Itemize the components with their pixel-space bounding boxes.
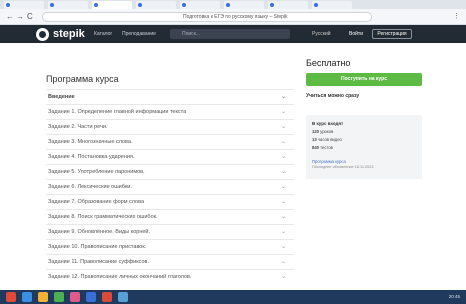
forward-arrow-icon[interactable]: → xyxy=(16,12,24,21)
back-arrow-icon[interactable]: ← xyxy=(6,12,14,21)
search-placeholder: Поиск... xyxy=(182,31,201,37)
course-price: Бесплатно xyxy=(306,58,351,68)
browser-tab[interactable] xyxy=(180,1,220,9)
page-title: Подготовка к ЕГЭ по русскому языку – Ste… xyxy=(183,14,288,20)
program-item-label: Введение xyxy=(48,94,75,100)
includes-item: 13 часов видео xyxy=(312,137,342,142)
browser-tab-strip xyxy=(0,0,466,9)
taskbar-app-icon[interactable] xyxy=(102,292,112,302)
brand-name[interactable]: stepik xyxy=(53,28,85,40)
chevron-down-icon[interactable]: ⌄ xyxy=(281,240,286,254)
browser-menu-icon[interactable]: ⋮ xyxy=(453,12,460,20)
includes-item: 120 уроков xyxy=(312,129,334,134)
program-item-label: Задание 8. Поиск грамматических ошибок. xyxy=(48,214,158,220)
program-link[interactable]: Программа курса xyxy=(312,159,416,164)
taskbar-app-icon[interactable] xyxy=(118,292,128,302)
browser-tab-active[interactable] xyxy=(92,1,132,9)
url-field[interactable]: Подготовка к ЕГЭ по русскому языку – Ste… xyxy=(42,12,372,22)
chevron-down-icon[interactable]: ⌄ xyxy=(281,195,286,209)
program-item[interactable]: Задание 4. Постановка ударения. ⌄ xyxy=(46,149,294,164)
register-button[interactable]: Регистрация xyxy=(372,29,412,39)
program-list: Введение ⌄ Задание 1. Определение главной … xyxy=(46,89,294,284)
taskbar-clock: 20:45 xyxy=(448,294,460,299)
os-taskbar: 20:45 xyxy=(0,290,466,304)
login-link[interactable]: Войти xyxy=(349,31,363,37)
program-title: Программа курса xyxy=(46,74,119,84)
chevron-down-icon[interactable]: ⌄ xyxy=(281,225,286,239)
taskbar-app-icon[interactable] xyxy=(38,292,48,302)
chevron-down-icon[interactable]: ⌄ xyxy=(281,255,286,269)
taskbar-app-icon[interactable] xyxy=(22,292,32,302)
program-item-label: Задание 3. Многозначные слова. xyxy=(48,139,133,145)
program-item-label: Задание 11. Правописание суффиксов. xyxy=(48,259,150,265)
includes-title: В курс входят xyxy=(312,121,344,126)
tab-favicon-icon xyxy=(270,3,274,7)
reload-icon[interactable]: C xyxy=(27,12,33,21)
program-item[interactable]: Задание 2. Части речи. ⌄ xyxy=(46,119,294,134)
chevron-down-icon[interactable]: ⌄ xyxy=(281,210,286,224)
language-selector[interactable]: Русский xyxy=(312,31,331,37)
address-bar-row: ← → C Подготовка к ЕГЭ по русскому языку… xyxy=(0,9,466,25)
stepik-logo-icon[interactable] xyxy=(36,28,49,41)
tab-favicon-icon xyxy=(314,3,318,7)
program-item-label: Задание 12. Правописание личных окончани… xyxy=(48,274,192,280)
chevron-down-icon[interactable]: ⌄ xyxy=(281,165,286,179)
program-item-label: Задание 6. Лексические ошибки. xyxy=(48,184,132,190)
program-item[interactable]: Задание 3. Многозначные слова. ⌄ xyxy=(46,134,294,149)
tab-favicon-icon xyxy=(50,3,54,7)
browser-tab[interactable] xyxy=(268,1,308,9)
browser-tab[interactable] xyxy=(48,1,88,9)
chevron-down-icon[interactable]: ⌄ xyxy=(281,180,286,194)
includes-item: 840 тестов xyxy=(312,145,333,150)
taskbar-app-icon[interactable] xyxy=(70,292,80,302)
course-sidebar: Бесплатно Поступить на курс Учиться можн… xyxy=(306,58,424,179)
enroll-button[interactable]: Поступить на курс xyxy=(306,73,422,86)
program-item[interactable]: Задание 10. Правописание приставок. ⌄ xyxy=(46,239,294,254)
program-item-label: Задание 1. Определение главной информаци… xyxy=(48,109,187,115)
program-item[interactable]: Задание 6. Лексические ошибки. ⌄ xyxy=(46,179,294,194)
program-item[interactable]: Задание 5. Употребление паронимов. ⌄ xyxy=(46,164,294,179)
program-item[interactable]: Задание 12. Правописание личных окончани… xyxy=(46,269,294,284)
search-input[interactable]: Поиск... xyxy=(170,29,290,39)
learn-now-text: Учиться можно сразу xyxy=(306,93,360,99)
chevron-down-icon[interactable]: ⌄ xyxy=(281,150,286,164)
program-item-label: Задание 7. Образование форм слова xyxy=(48,199,145,205)
program-item-label: Задание 9. Обновлённое. Виды корней. xyxy=(48,229,151,235)
chevron-down-icon[interactable]: ⌄ xyxy=(281,270,286,284)
start-icon[interactable] xyxy=(6,292,16,302)
chevron-down-icon[interactable]: ⌄ xyxy=(281,105,286,119)
program-item[interactable]: Задание 11. Правописание суффиксов. ⌄ xyxy=(46,254,294,269)
taskbar-app-icon[interactable] xyxy=(54,292,64,302)
course-program: Программа курса Введение ⌄ Задание 1. Опре… xyxy=(46,60,294,284)
chevron-down-icon[interactable]: ⌄ xyxy=(281,135,286,149)
tab-favicon-icon xyxy=(226,3,230,7)
taskbar-app-icon[interactable] xyxy=(86,292,96,302)
tab-favicon-icon xyxy=(138,3,142,7)
last-updated: Последнее обновление 18.11.2023 xyxy=(312,165,374,169)
program-item[interactable]: Задание 8. Поиск грамматических ошибок. ⌄ xyxy=(46,209,294,224)
program-item[interactable]: Введение ⌄ xyxy=(46,89,294,104)
program-item[interactable]: Задание 9. Обновлённое. Виды корней. ⌄ xyxy=(46,224,294,239)
browser-tab[interactable] xyxy=(224,1,264,9)
browser-tab[interactable] xyxy=(136,1,176,9)
nav-teaching[interactable]: Преподавание xyxy=(122,31,156,37)
tab-favicon-icon xyxy=(6,3,10,7)
program-item[interactable]: Задание 7. Образование форм слова ⌄ xyxy=(46,194,294,209)
browser-tab[interactable] xyxy=(312,1,352,9)
program-item-label: Задание 4. Постановка ударения. xyxy=(48,154,135,160)
tab-favicon-icon xyxy=(94,3,98,7)
site-header: stepik Каталог Преподавание Поиск... Рус… xyxy=(0,25,466,43)
program-item-label: Задание 2. Части речи. xyxy=(48,124,108,130)
program-item-label: Задание 10. Правописание приставок. xyxy=(48,244,147,250)
program-item-label: Задание 5. Употребление паронимов. xyxy=(48,169,145,175)
chevron-down-icon[interactable]: ⌄ xyxy=(281,120,286,134)
course-includes-box: В курс входят 120 уроков 13 часов видео … xyxy=(306,115,422,179)
program-item[interactable]: Задание 1. Определение главной информаци… xyxy=(46,104,294,119)
browser-tab[interactable] xyxy=(4,1,44,9)
nav-catalog[interactable]: Каталог xyxy=(94,31,112,37)
chevron-down-icon[interactable]: ⌄ xyxy=(281,90,286,104)
tab-favicon-icon xyxy=(182,3,186,7)
